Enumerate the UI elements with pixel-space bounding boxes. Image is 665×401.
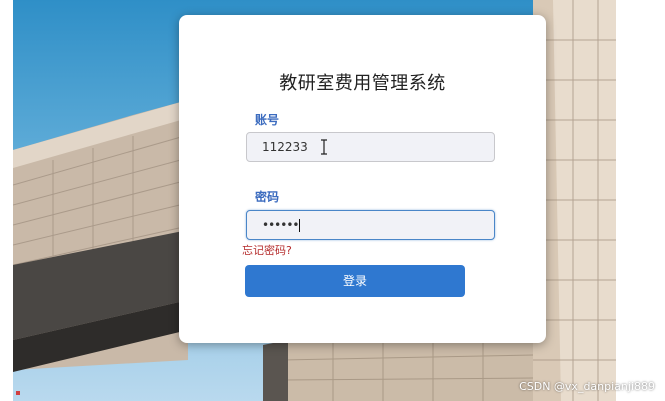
password-input-value: •••••• bbox=[262, 218, 299, 232]
login-button[interactable]: 登录 bbox=[245, 265, 465, 297]
i-beam-cursor-icon bbox=[321, 139, 327, 155]
account-label: 账号 bbox=[255, 113, 280, 127]
text-caret bbox=[299, 219, 301, 232]
watermark: CSDN @vx_danpianji889 bbox=[519, 380, 655, 393]
password-label: 密码 bbox=[255, 190, 280, 204]
page-title: 教研室费用管理系统 bbox=[279, 73, 446, 94]
forgot-password-link[interactable]: 忘记密码? bbox=[242, 242, 292, 258]
account-input[interactable]: 112233 bbox=[246, 132, 495, 162]
password-input[interactable]: •••••• bbox=[246, 210, 495, 240]
account-input-value: 112233 bbox=[262, 140, 308, 154]
login-panel: 教研室费用管理系统 账号 112233 密码 •••••• 忘记密码? 登录 bbox=[179, 15, 546, 343]
corner-mark bbox=[16, 391, 20, 395]
login-screen: 教研室费用管理系统 账号 112233 密码 •••••• 忘记密码? 登录 C… bbox=[0, 0, 665, 401]
